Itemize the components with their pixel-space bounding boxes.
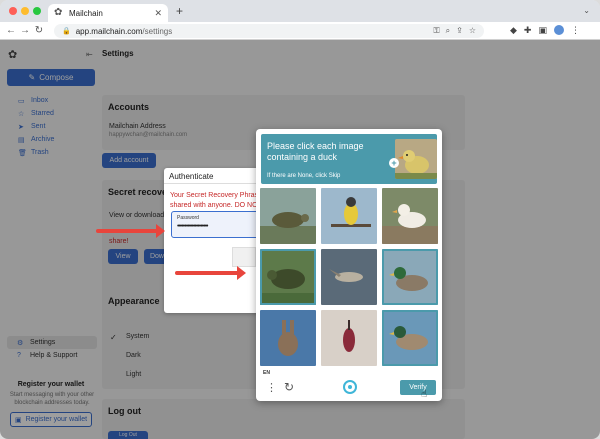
captcha-sample-image [395,139,437,179]
new-tab-icon[interactable]: + [176,4,183,18]
captcha-subtext: If there are None, click Skip [267,173,341,179]
minimize-window-button[interactable] [21,7,29,15]
captcha-refresh-icon[interactable]: ↻ [284,380,294,394]
profile-avatar[interactable] [553,25,564,35]
tab-title: Mailchain [69,8,103,18]
bookmark-star-icon[interactable]: ☆ [469,26,476,36]
url-host: app.mailchain.com [75,26,143,36]
captcha-tile-duck-3[interactable] [382,310,438,366]
menu-kebab-icon[interactable]: ⋮ [571,25,580,36]
captcha-tile-turtle-1[interactable] [260,188,316,244]
address-bar[interactable]: 🔒 app.mailchain.com/settings ⚿ ⌕ ⇪ ☆ [54,24,484,38]
hcaptcha-logo-icon [343,380,357,394]
captcha-header: Please click each image containing a duc… [261,134,437,184]
tab-close-icon[interactable]: ✕ [154,8,162,19]
password-label: Password [177,215,199,221]
tab-bar: ✿ Mailchain ✕ + ⌄ [0,0,600,22]
reload-icon[interactable]: ↻ [32,25,46,36]
captcha-language[interactable]: EN [263,370,270,376]
captcha-challenge: Please click each image containing a duc… [256,129,442,401]
sidebar-panel-icon[interactable]: ▣ [538,25,547,36]
verify-button[interactable]: Verify [400,380,436,395]
captcha-tile-turtle-2[interactable] [260,249,316,305]
tab-search-chevron-icon[interactable]: ⌄ [583,6,590,15]
captcha-tile-duck-2[interactable] [382,249,438,305]
back-icon[interactable]: ← [4,25,18,36]
metamask-extension-icon[interactable]: ◆ [510,25,517,36]
captcha-checkbox[interactable] [232,247,256,267]
close-window-button[interactable] [9,7,17,15]
captcha-tile-duck-1[interactable] [382,188,438,244]
captcha-tile-bird-1[interactable] [321,188,377,244]
password-value: ••••••••••••••••••••• [177,223,208,230]
lock-icon: 🔒 [62,28,71,35]
key-icon[interactable]: ⚿ [434,26,440,36]
annotation-arrow-password [96,224,165,238]
captcha-prompt: Please click each image containing a duc… [267,141,364,162]
authenticate-title: Authenticate [169,172,214,181]
annotation-arrow-captcha [175,266,246,280]
captcha-tile-hummingbird[interactable] [321,310,377,366]
browser-toolbar: ← → ↻ 🔒 app.mailchain.com/settings ⚿ ⌕ ⇪… [0,22,600,40]
maximize-window-button[interactable] [33,7,41,15]
mailchain-favicon-icon: ✿ [54,7,63,18]
share-icon[interactable]: ⇪ [456,26,463,36]
forward-icon[interactable]: → [18,25,32,36]
browser-tab[interactable]: ✿ Mailchain ✕ [48,4,168,22]
zoom-icon[interactable]: ⌕ [446,26,450,36]
captcha-menu-icon[interactable]: ⋮ [266,381,277,394]
extensions-puzzle-icon[interactable]: ✚ [524,25,532,36]
browser-window: ✿ Mailchain ✕ + ⌄ ← → ↻ 🔒 app.mailchain.… [0,0,600,439]
captcha-image-grid [260,188,438,366]
url-path: /settings [142,26,173,36]
captcha-tile-rabbit[interactable] [260,310,316,366]
captcha-tile-bird-2[interactable] [321,249,377,305]
expand-sample-icon[interactable]: + [389,158,399,168]
pointer-cursor-icon: ☝ [421,389,428,400]
